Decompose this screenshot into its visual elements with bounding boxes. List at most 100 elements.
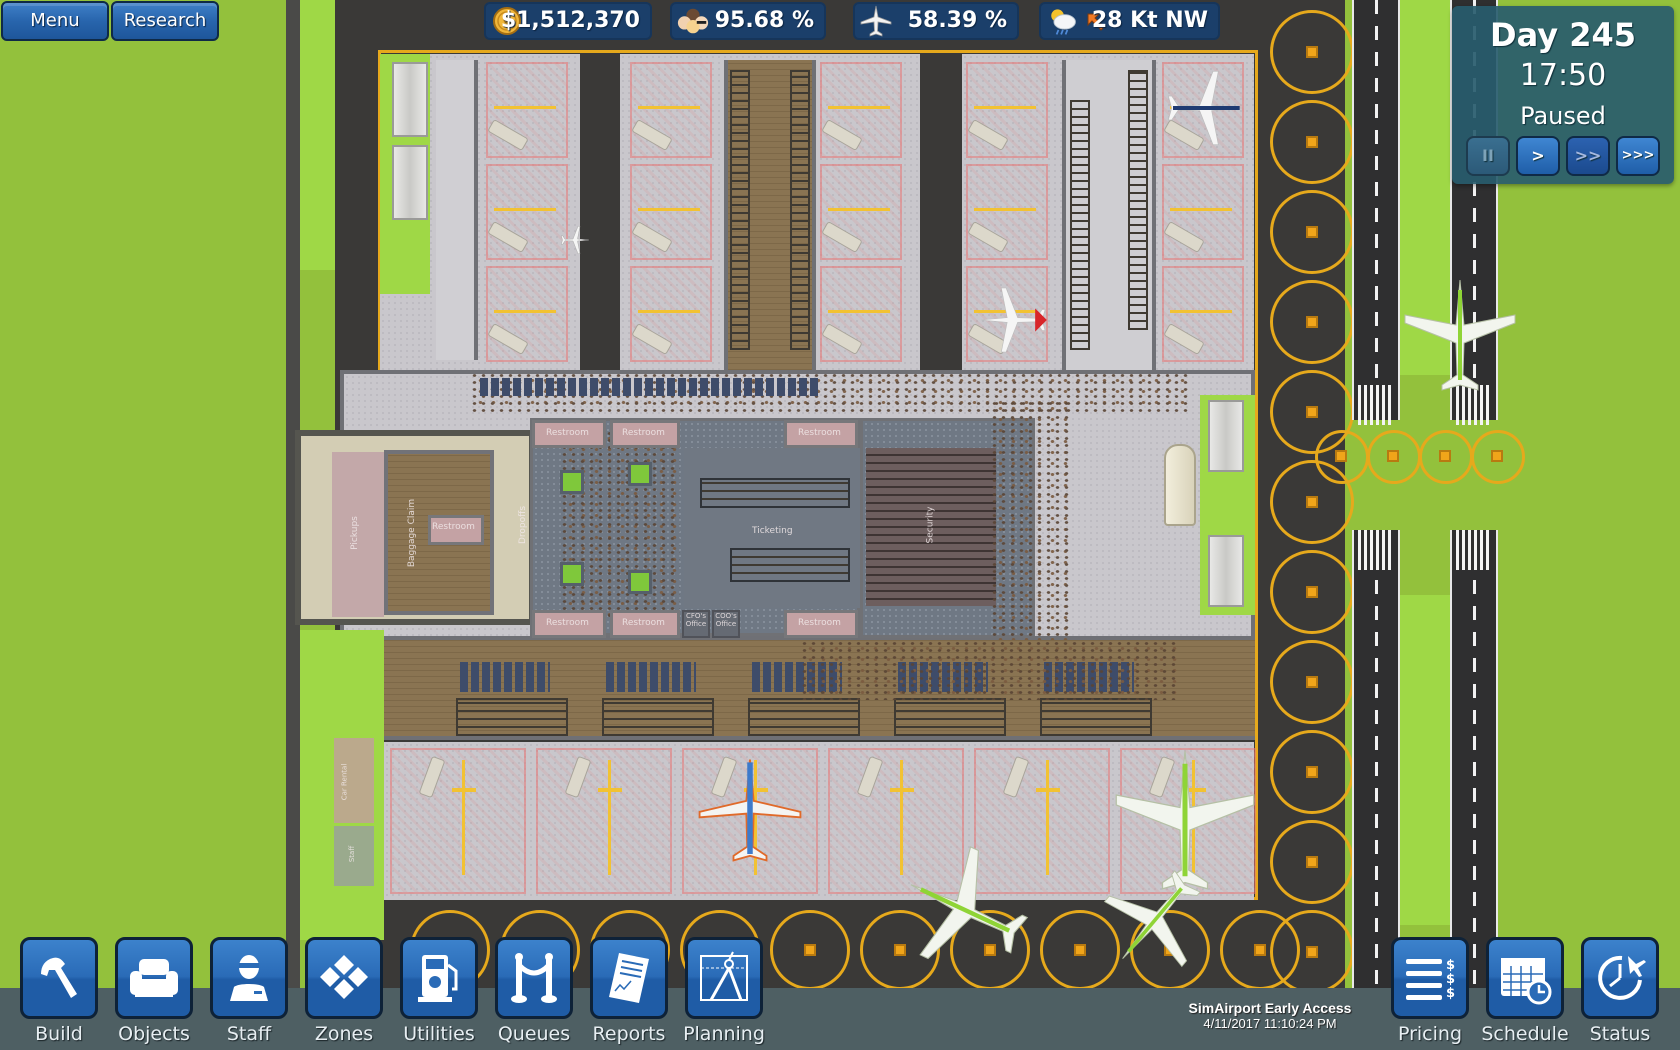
weather-stat[interactable]: 28 Kt NW: [1039, 2, 1220, 40]
stand-centerline: [900, 760, 903, 875]
aircraft-stand[interactable]: [820, 266, 902, 362]
utilities-label: Utilities: [403, 1023, 475, 1045]
airplane-blue-orange-livery[interactable]: [695, 745, 805, 875]
runway-36l[interactable]: [1352, 0, 1400, 425]
aircraft-stand[interactable]: [536, 748, 672, 894]
stand-centerline: [828, 106, 890, 109]
staff-area-label: Staff: [348, 845, 357, 863]
stand-centerline: [828, 310, 890, 313]
status-label: Status: [1589, 1023, 1651, 1045]
aircraft-stand[interactable]: [630, 164, 712, 260]
aircraft-stand[interactable]: [486, 164, 568, 260]
baggage-claim-label: Baggage Claim: [407, 498, 418, 568]
stand-stop-bar: [598, 788, 622, 792]
planning-label: Planning: [683, 1023, 765, 1045]
aircraft-stand[interactable]: [630, 266, 712, 362]
taxiway-light: [804, 944, 816, 956]
aircraft-stand[interactable]: [966, 164, 1048, 260]
watermark-title: SimAirport Early Access: [1188, 1000, 1352, 1016]
planning-tool[interactable]: Planning: [683, 937, 765, 1049]
objects-tool[interactable]: Objects: [115, 937, 193, 1049]
runway-centerline: [1375, 580, 1378, 1000]
runway-threshold: [1456, 530, 1492, 570]
status-tool[interactable]: Status: [1581, 937, 1659, 1049]
staff-person-icon: [210, 937, 288, 1019]
airplane-red-livery[interactable]: [978, 285, 1048, 355]
taxiway-light: [1306, 586, 1318, 598]
taxiway-light: [1306, 946, 1318, 958]
passenger-crowd: [560, 430, 680, 620]
boarding-queue: [748, 698, 860, 736]
wind-value: 28 Kt NW: [1091, 8, 1208, 33]
hangar[interactable]: [1208, 400, 1244, 472]
runway-18c[interactable]: [1450, 530, 1498, 1000]
control-tower[interactable]: [1164, 444, 1196, 526]
aircraft-stand[interactable]: [966, 62, 1048, 158]
runway-threshold: [1358, 530, 1394, 570]
hangar[interactable]: [1208, 535, 1244, 607]
taxiway-light: [1491, 450, 1503, 462]
queues-tool[interactable]: Queues: [495, 937, 573, 1049]
aircraft-stand[interactable]: [630, 62, 712, 158]
speed-2-button[interactable]: >>: [1566, 136, 1610, 176]
pricing-tool[interactable]: $ $ $ Pricing: [1391, 937, 1469, 1049]
airplane-navy-livery[interactable]: [1165, 68, 1245, 148]
hangar[interactable]: [392, 62, 428, 137]
speed-1-button[interactable]: >: [1516, 136, 1560, 176]
taxiway-light: [1306, 136, 1318, 148]
utilities-tool[interactable]: Utilities: [400, 937, 478, 1049]
airplane-small[interactable]: [560, 225, 590, 255]
taxiway-light: [1254, 944, 1266, 956]
aircraft-stand[interactable]: [1162, 266, 1244, 362]
staff-label: Staff: [226, 1023, 272, 1045]
waiting-seats: [480, 378, 820, 396]
passenger-satisfaction-stat[interactable]: 95.68 %: [670, 2, 826, 40]
aircraft-stand[interactable]: [820, 164, 902, 260]
planter: [560, 562, 584, 586]
boarding-queue: [602, 698, 714, 736]
pause-button[interactable]: II: [1466, 136, 1510, 176]
svg-text:$: $: [1446, 972, 1455, 987]
watermark-timestamp: 4/11/2017 11:10:24 PM: [1203, 1016, 1337, 1031]
pricing-list-icon: $ $ $: [1391, 937, 1469, 1019]
stand-stop-bar: [452, 788, 476, 792]
game-clock: 17:50: [1519, 58, 1607, 93]
hangar[interactable]: [392, 145, 428, 220]
taxiway-light: [1306, 766, 1318, 778]
stand-centerline: [494, 310, 556, 313]
aircraft-stand[interactable]: [820, 62, 902, 158]
pier-corridor: [436, 60, 478, 360]
game-viewport[interactable]: Pickups Baggage Claim Restroom Dropoffs …: [0, 0, 1680, 1050]
runway-18r[interactable]: [1352, 530, 1400, 1000]
money-value: $1,512,370: [500, 8, 640, 33]
dropoffs-label: Dropoffs: [518, 505, 529, 545]
aircraft-stand[interactable]: [486, 62, 568, 158]
aircraft-stand[interactable]: [486, 266, 568, 362]
aircraft-stand[interactable]: [1162, 164, 1244, 260]
flight-rating-stat[interactable]: 58.39 %: [853, 2, 1019, 40]
objects-label: Objects: [118, 1023, 190, 1045]
airplane-green-livery[interactable]: [1400, 275, 1520, 395]
zones-tool[interactable]: Zones: [305, 937, 383, 1049]
clock-airplane-icon: [1581, 937, 1659, 1019]
stand-centerline: [638, 208, 700, 211]
research-button[interactable]: Research: [111, 1, 219, 41]
svg-text:$: $: [1446, 958, 1455, 973]
speed-3-button[interactable]: >>>: [1616, 136, 1660, 176]
money-stat[interactable]: $ $1,512,370: [484, 2, 652, 40]
menu-button[interactable]: Menu: [1, 1, 109, 41]
taxiway-light: [1387, 450, 1399, 462]
stand-centerline: [462, 760, 465, 875]
boarding-queue: [894, 698, 1006, 736]
schedule-tool[interactable]: Schedule: [1481, 937, 1569, 1049]
staff-tool[interactable]: Staff: [210, 937, 288, 1049]
aircraft-stand[interactable]: [390, 748, 526, 894]
reports-tool[interactable]: Reports: [590, 937, 668, 1049]
stand-centerline: [1046, 760, 1049, 875]
taxiway-light: [1306, 496, 1318, 508]
ticketing-label: Ticketing: [752, 526, 793, 536]
stand-centerline: [494, 106, 556, 109]
restroom-label: Restroom: [798, 428, 841, 438]
build-tool[interactable]: Build: [20, 937, 98, 1049]
cfo-office-label: CFO's Office: [685, 612, 707, 628]
